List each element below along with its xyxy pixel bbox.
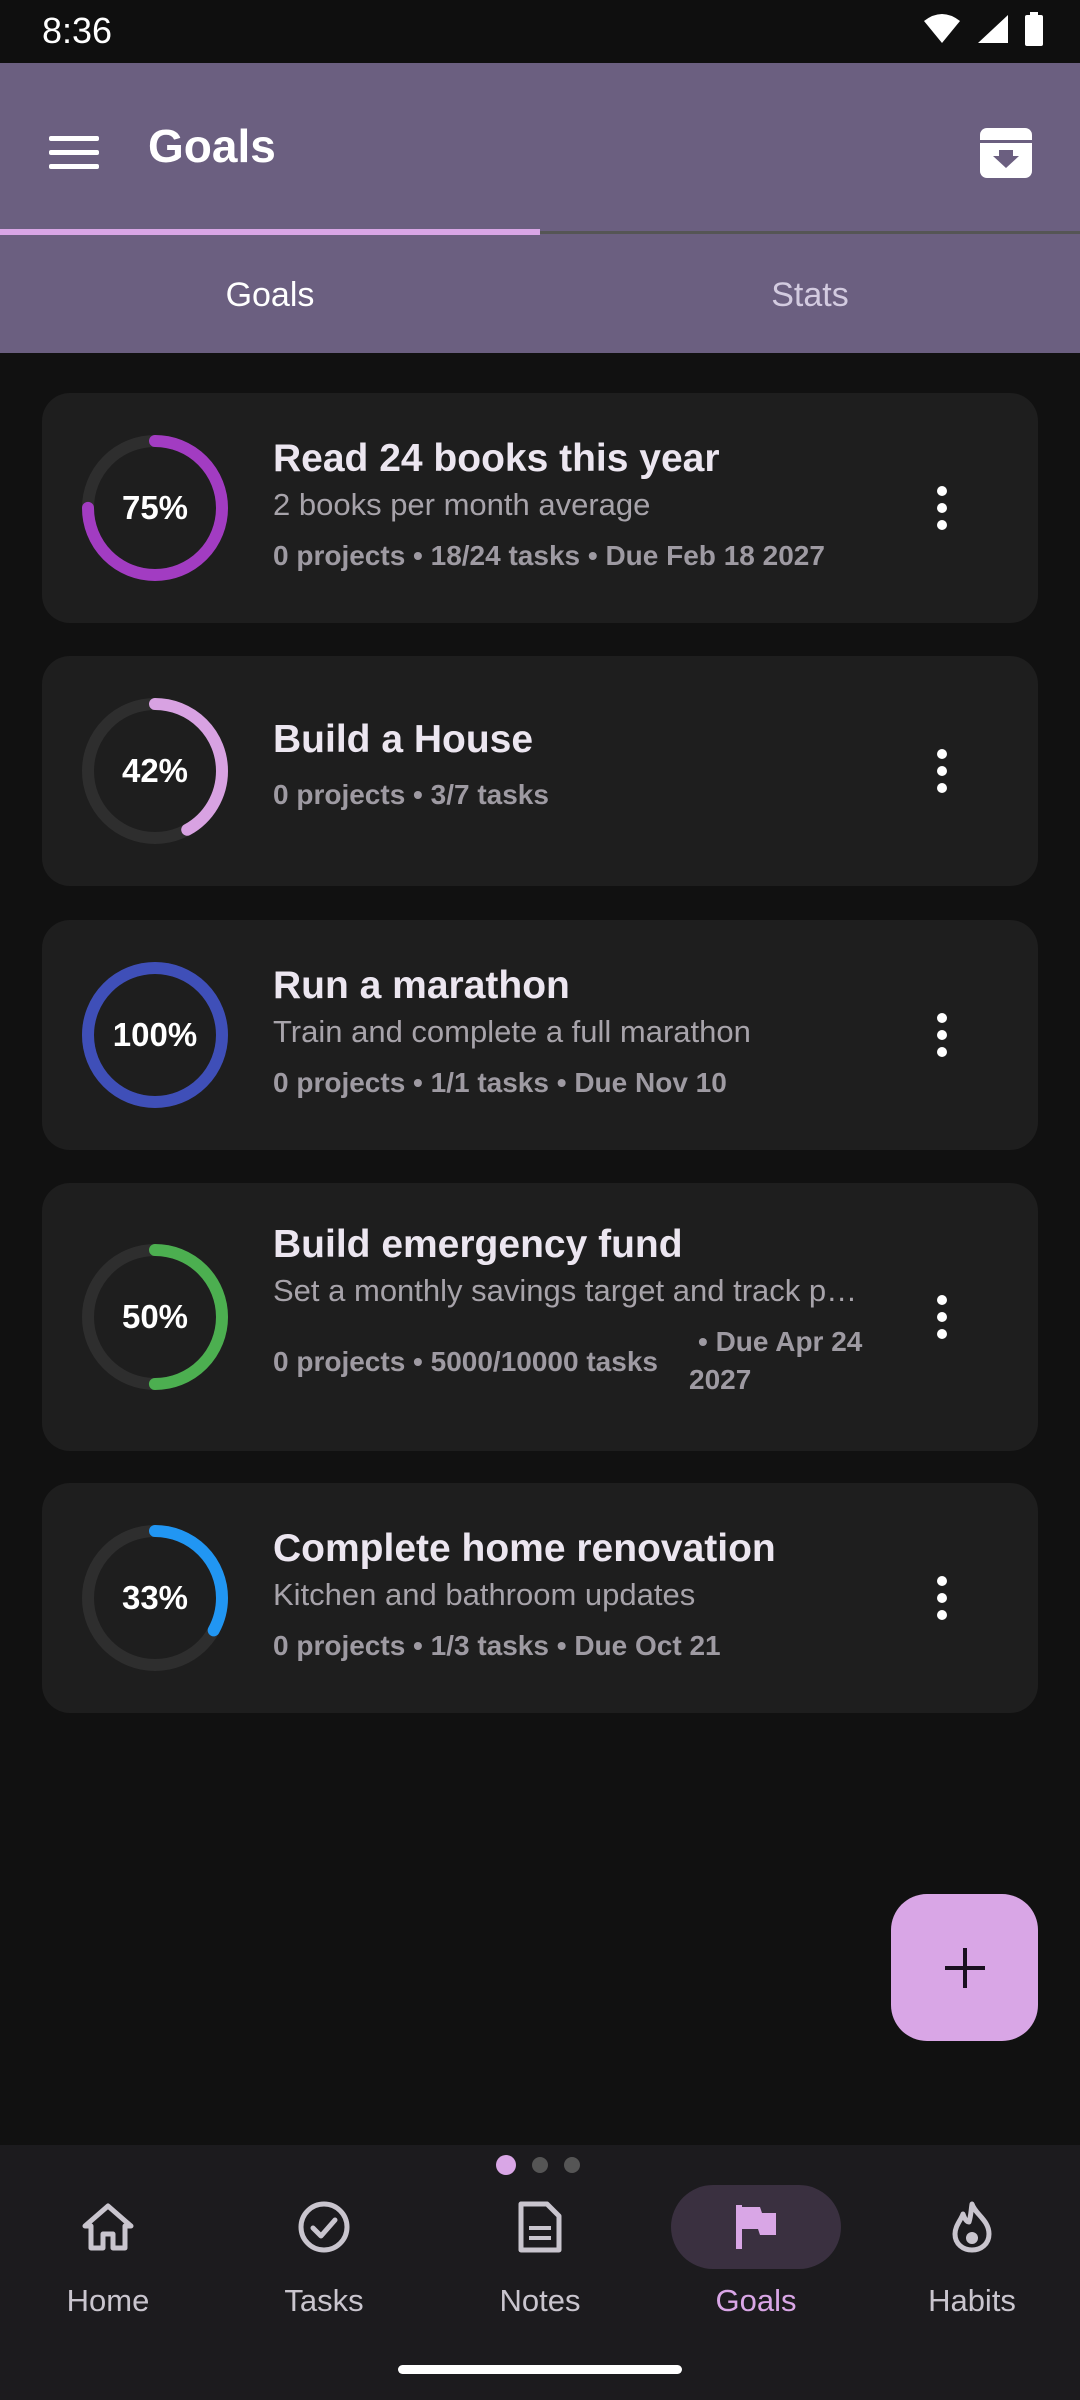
menu-icon xyxy=(49,136,99,169)
tab-bar: Goals Stats xyxy=(0,243,1080,353)
home-indicator xyxy=(398,2365,682,2374)
nav-label: Habits xyxy=(928,2283,1016,2318)
progress-percent: 75% xyxy=(121,489,189,526)
progress-percent: 100% xyxy=(112,1016,198,1053)
progress-ring: 33% xyxy=(80,1523,230,1673)
wifi-icon xyxy=(924,14,960,43)
page-indicator xyxy=(496,2155,580,2175)
goal-meta-due: • Due Apr 24 xyxy=(698,1326,863,1357)
goal-title: Build emergency fund xyxy=(273,1223,683,1266)
page-dot xyxy=(564,2157,580,2173)
goal-card[interactable]: 50% Build emergency fund Set a monthly s… xyxy=(42,1183,1038,1451)
goal-meta: 0 projects • 1/3 tasks • Due Oct 21 xyxy=(273,1630,721,1661)
status-bar: 8:36 xyxy=(0,0,1080,63)
progress-ring: 100% xyxy=(80,960,230,1110)
goal-meta: 0 projects • 18/24 tasks • Due Feb 18 20… xyxy=(273,540,825,571)
more-vert-icon xyxy=(937,1013,947,1057)
goal-card[interactable]: 42% Build a House 0 projects • 3/7 tasks xyxy=(42,656,1038,886)
progress-ring: 42% xyxy=(80,696,230,846)
goal-card[interactable]: 75% Read 24 books this year 2 books per … xyxy=(42,393,1038,623)
nav-tasks[interactable]: Tasks xyxy=(216,2185,432,2335)
goal-description: Kitchen and bathroom updates xyxy=(273,1577,696,1612)
nav-label: Goals xyxy=(715,2283,797,2318)
tab-stats[interactable]: Stats xyxy=(540,243,1080,347)
status-time: 8:36 xyxy=(42,10,113,51)
more-options-button[interactable] xyxy=(922,1282,962,1352)
bottom-navigation: Home Tasks Notes Goals Habits xyxy=(0,2145,1080,2400)
goal-title: Complete home renovation xyxy=(273,1527,776,1570)
goal-meta: 0 projects • 5000/10000 tasks • Due Apr … xyxy=(273,1323,913,1403)
goal-card[interactable]: 33% Complete home renovation Kitchen and… xyxy=(42,1483,1038,1713)
goal-card[interactable]: 100% Run a marathon Train and complete a… xyxy=(42,920,1038,1150)
more-options-button[interactable] xyxy=(922,473,962,543)
nav-label: Notes xyxy=(499,2283,581,2318)
app-bar: Goals Goals Stats xyxy=(0,63,1080,353)
goal-title: Read 24 books this year xyxy=(273,437,720,480)
goal-description: Train and complete a full marathon xyxy=(273,1014,751,1049)
tab-goals[interactable]: Goals xyxy=(0,243,540,347)
goal-meta: 0 projects • 1/1 tasks • Due Nov 10 xyxy=(273,1067,727,1098)
page-title: Goals xyxy=(148,120,276,172)
progress-percent: 50% xyxy=(121,1298,189,1335)
more-vert-icon xyxy=(937,486,947,530)
more-options-button[interactable] xyxy=(922,736,962,806)
goal-meta: 0 projects • 3/7 tasks xyxy=(273,779,549,810)
check-circle-icon xyxy=(298,2201,350,2253)
more-vert-icon xyxy=(937,1576,947,1620)
note-icon xyxy=(518,2201,562,2253)
goal-description: Set a monthly savings target and track p… xyxy=(273,1273,863,1308)
nav-goals[interactable]: Goals xyxy=(648,2185,864,2335)
progress-ring: 75% xyxy=(80,433,230,583)
nav-label: Home xyxy=(66,2283,150,2318)
page-dot-active xyxy=(496,2155,516,2175)
progress-percent: 42% xyxy=(121,752,189,789)
signal-icon xyxy=(978,15,1008,43)
more-vert-icon xyxy=(937,749,947,793)
menu-button[interactable] xyxy=(44,123,104,183)
flag-icon xyxy=(736,2205,776,2249)
nav-label: Tasks xyxy=(284,2283,364,2318)
progress-percent: 33% xyxy=(121,1579,189,1616)
page-dot xyxy=(532,2157,548,2173)
more-options-button[interactable] xyxy=(922,1563,962,1633)
nav-notes[interactable]: Notes xyxy=(432,2185,648,2335)
more-options-button[interactable] xyxy=(922,1000,962,1070)
add-goal-button[interactable] xyxy=(891,1894,1038,2041)
goal-title: Run a marathon xyxy=(273,964,570,1007)
tab-indicator xyxy=(0,229,540,235)
home-icon xyxy=(82,2203,134,2251)
archive-button[interactable] xyxy=(970,117,1042,189)
nav-habits[interactable]: Habits xyxy=(864,2185,1080,2335)
archive-icon xyxy=(980,128,1032,178)
more-vert-icon xyxy=(937,1295,947,1339)
tab-divider xyxy=(540,231,1080,234)
goal-title: Build a House xyxy=(273,718,534,761)
goal-description: 2 books per month average xyxy=(273,487,651,522)
battery-icon xyxy=(1025,12,1043,46)
nav-home[interactable]: Home xyxy=(0,2185,216,2335)
progress-ring: 50% xyxy=(80,1242,230,1392)
plus-icon xyxy=(944,1947,985,1988)
goal-meta-due-year: 2027 xyxy=(689,1364,752,1395)
flame-icon xyxy=(952,2201,992,2253)
goal-meta-tasks: 0 projects • 5000/10000 tasks xyxy=(273,1346,658,1377)
